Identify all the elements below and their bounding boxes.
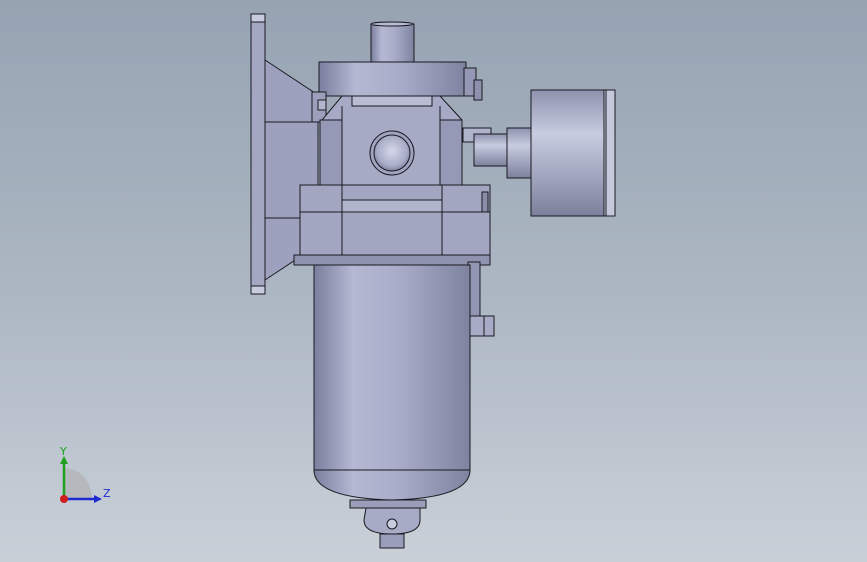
- y-axis-label: Y: [59, 445, 67, 458]
- gauge-connector[interactable]: [462, 127, 532, 179]
- 3d-model-viewport[interactable]: Y Z: [0, 0, 867, 562]
- bowl-lock-lever[interactable]: [467, 261, 495, 337]
- filter-bowl[interactable]: [313, 264, 471, 501]
- pressure-gauge[interactable]: [530, 89, 616, 217]
- x-axis-dot: [60, 495, 68, 503]
- triad-plane-shape: [64, 468, 92, 499]
- bowl-drain[interactable]: [349, 499, 427, 549]
- top-inlet-pipe[interactable]: [370, 21, 415, 63]
- side-port[interactable]: [369, 130, 415, 176]
- filter-regulator-model[interactable]: [250, 13, 616, 549]
- bowl-clamp-collar[interactable]: [293, 184, 491, 266]
- z-axis-arrow: [94, 495, 102, 503]
- z-axis-label: Z: [103, 487, 111, 500]
- orientation-triad: Y Z: [59, 445, 111, 503]
